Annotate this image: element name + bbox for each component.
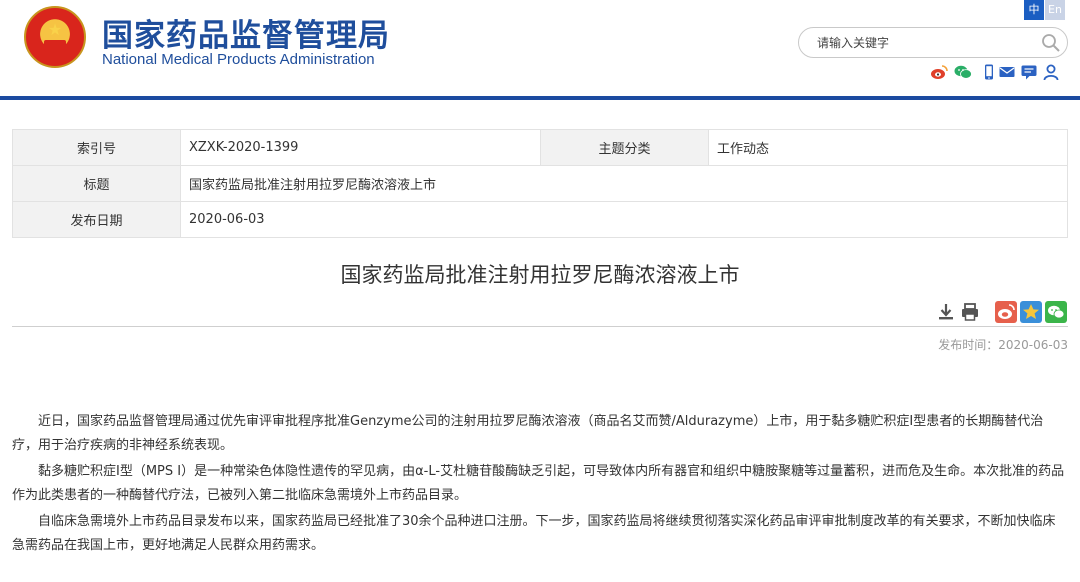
weibo-icon[interactable] [930,63,948,81]
meta-row-title: 标题 国家药监局批准注射用拉罗尼酶浓溶液上市 [12,165,1068,202]
print-icon[interactable] [959,301,981,323]
article-paragraph: 自临床急需境外上市药品目录发布以来，国家药监局已经批准了30余个品种进口注册。下… [12,514,1056,553]
index-label: 索引号 [12,129,181,166]
date-label: 发布日期 [12,201,181,238]
header-divider [0,96,1080,100]
publish-time: 发布时间：2020-06-03 [938,338,1068,352]
share-qzone-icon[interactable] [1020,301,1042,323]
search-icon[interactable] [1041,33,1061,53]
article-paragraph: 黏多糖贮积症I型（MPS I）是一种常染色体隐性遗传的罕见病，由α-L-艾杜糖苷… [12,464,1065,503]
lang-en-button[interactable]: En [1045,0,1065,20]
download-icon[interactable] [935,301,957,323]
title-divider [12,326,1068,327]
search-input[interactable] [817,33,1027,53]
category-label: 主题分类 [540,129,709,166]
search-box[interactable] [798,27,1068,58]
article-meta-table: 索引号 XZXK-2020-1399 主题分类 工作动态 标题 国家药监局批准注… [12,129,1068,238]
lang-zh-button[interactable]: 中 [1024,0,1044,20]
category-value: 工作动态 [708,129,1068,166]
article-paragraph: 近日，国家药品监督管理局通过优先审评审批程序批准Genzyme公司的注射用拉罗尼… [12,414,1044,453]
date-value: 2020-06-03 [180,201,1068,238]
share-weibo-icon[interactable] [995,301,1017,323]
wechat-icon[interactable] [954,63,972,81]
share-wechat-icon[interactable] [1045,301,1067,323]
site-title-en[interactable]: National Medical Products Administration [102,51,375,68]
meta-row-date: 发布日期 2020-06-03 [12,201,1068,238]
article-title: 国家药监局批准注射用拉罗尼酶浓溶液上市 [340,263,740,287]
index-value: XZXK-2020-1399 [180,129,541,166]
meta-row-index: 索引号 XZXK-2020-1399 主题分类 工作动态 [12,129,1068,166]
mail-icon[interactable] [998,63,1016,81]
mobile-icon[interactable] [980,63,998,81]
article-body: 近日，国家药品监督管理局通过优先审评审批程序批准Genzyme公司的注射用拉罗尼… [12,410,1068,560]
message-icon[interactable] [1020,63,1038,81]
article-actions [935,301,1070,325]
national-emblem-icon: ★ [24,6,86,68]
title-value: 国家药监局批准注射用拉罗尼酶浓溶液上市 [180,165,1068,202]
site-title-cn[interactable]: 国家药品监督管理局 [102,10,390,55]
header-tool-icons [930,63,1060,83]
site-header: ★ 国家药品监督管理局 National Medical Products Ad… [0,0,1080,98]
title-label: 标题 [12,165,181,202]
user-icon[interactable] [1042,63,1060,81]
